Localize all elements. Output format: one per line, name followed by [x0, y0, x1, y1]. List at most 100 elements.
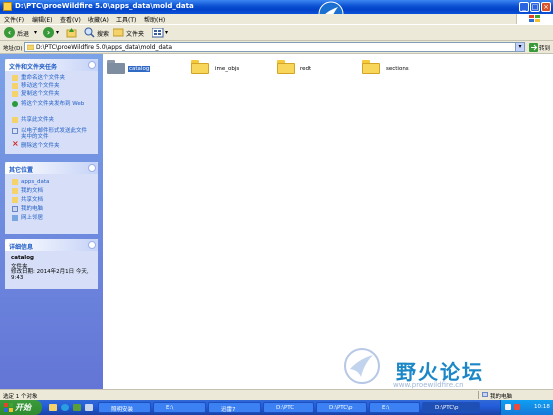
taskbar: 开始 照明安装 E:\ 迅雷7 D:\PTC D:\PTC\p E:\ D:\P…	[0, 400, 553, 415]
details-panel: 详细信息 catalog 文件夹 修改日期: 2014年2月1日 今天, 9:4…	[5, 239, 98, 289]
views-icon[interactable]	[152, 28, 164, 38]
menu-file[interactable]: 文件(F)	[4, 15, 24, 24]
maximize-button[interactable]: □	[530, 2, 540, 12]
address-value: D:\PTC\proeWildfire 5.0\apps_data\mold_d…	[36, 44, 172, 51]
folder-item-ime-objs[interactable]	[191, 60, 209, 74]
address-input[interactable]: D:\PTC\proeWildfire 5.0\apps_data\mold_d…	[24, 42, 525, 52]
other-places-header[interactable]: 其它位置	[5, 162, 98, 174]
file-tasks-title: 文件和文件夹任务	[9, 64, 58, 71]
views-dropdown-icon[interactable]: ▾	[165, 29, 168, 36]
computer-icon	[482, 392, 488, 397]
back-arrow-icon[interactable]: ‹	[4, 27, 15, 38]
folder-item-sections[interactable]	[362, 60, 380, 74]
folder-icon	[3, 2, 12, 11]
quicklaunch-ie-icon[interactable]	[61, 404, 69, 411]
tray-app-icon[interactable]	[514, 404, 520, 410]
rename-icon	[12, 75, 18, 81]
collapse-chevron-icon[interactable]	[88, 164, 96, 172]
delete-icon: ×	[12, 139, 19, 148]
windows-flag-icon	[529, 15, 540, 22]
search-icon[interactable]	[84, 27, 95, 38]
address-label: 地址(D)	[3, 46, 23, 52]
go-button-label[interactable]: 转到	[539, 44, 550, 52]
folder-icon	[27, 44, 34, 50]
tray-volume-icon[interactable]	[505, 404, 511, 410]
window-title: D:\PTC\proeWildfire 5.0\apps_data\mold_d…	[15, 2, 194, 10]
menu-bar: 文件(F) 编辑(E) 查看(V) 收藏(A) 工具(T) 帮助(H)	[0, 14, 553, 24]
task-button-2[interactable]: E:\	[153, 402, 206, 413]
copy-icon	[12, 91, 18, 97]
forward-arrow-icon[interactable]: ›	[43, 27, 54, 38]
go-arrow-icon[interactable]	[529, 43, 538, 52]
task-pane: 文件和文件夹任务 重命名这个文件夹 移动这个文件夹 复制这个文件夹 将这个文件夹…	[0, 54, 103, 389]
network-icon	[12, 215, 18, 221]
close-button[interactable]: ×	[541, 2, 551, 12]
details-name: catalog	[11, 255, 34, 261]
up-folder-icon[interactable]	[66, 27, 77, 38]
other-places-title: 其它位置	[9, 167, 34, 174]
task-button-1[interactable]: 照明安装	[98, 402, 151, 413]
collapse-chevron-icon[interactable]	[88, 61, 96, 69]
collapse-chevron-icon[interactable]	[88, 241, 96, 249]
folder-icon	[12, 179, 18, 185]
task-button-4[interactable]: D:\PTC	[263, 402, 314, 413]
back-dropdown-icon[interactable]: ▾	[34, 29, 37, 36]
file-tasks-header[interactable]: 文件和文件夹任务	[5, 59, 98, 71]
details-modified: 修改日期: 2014年2月1日 今天, 9:43	[11, 269, 89, 281]
file-tasks-panel: 文件和文件夹任务 重命名这个文件夹 移动这个文件夹 复制这个文件夹 将这个文件夹…	[5, 59, 98, 154]
folder-label-redt[interactable]: redt	[300, 66, 311, 72]
documents-icon	[12, 188, 18, 194]
watermark-logo-icon	[344, 348, 380, 384]
move-icon	[12, 83, 18, 89]
details-header[interactable]: 详细信息	[5, 239, 98, 251]
tray-clock[interactable]: 10:18	[534, 404, 550, 410]
status-bar: 选定 1 个对象 我的电脑	[0, 389, 553, 400]
folder-icon	[107, 63, 125, 74]
title-bar: D:\PTC\proeWildfire 5.0\apps_data\mold_d…	[0, 0, 553, 27]
folder-view[interactable]: catalog ime_objs redt sections 野火论坛 www.…	[103, 54, 553, 389]
minimize-button[interactable]: _	[519, 2, 529, 12]
windows-logo	[516, 14, 553, 24]
quicklaunch-desktop-icon[interactable]	[85, 404, 93, 411]
address-bar: 地址(D) D:\PTC\proeWildfire 5.0\apps_data\…	[0, 41, 553, 54]
folder-label-sections[interactable]: sections	[386, 66, 409, 72]
menu-view[interactable]: 查看(V)	[60, 15, 81, 24]
folder-item-catalog[interactable]	[107, 60, 125, 74]
task-button-7-active[interactable]: D:\PTC\p	[422, 402, 480, 413]
shared-folder-icon	[12, 197, 18, 203]
status-selection: 选定 1 个对象	[3, 394, 38, 400]
folders-button-label[interactable]: 文件夹	[126, 29, 144, 38]
computer-icon	[12, 206, 18, 212]
menu-edit[interactable]: 编辑(E)	[32, 15, 52, 24]
menu-help[interactable]: 帮助(H)	[144, 15, 165, 24]
system-tray: 10:18	[500, 400, 553, 415]
folder-icon	[277, 63, 295, 74]
details-title: 详细信息	[9, 244, 34, 251]
search-button-label[interactable]: 搜索	[97, 29, 109, 38]
windows-flag-icon	[4, 403, 13, 412]
task-button-5[interactable]: D:\PTC\p	[316, 402, 367, 413]
share-icon	[12, 117, 18, 123]
globe-icon	[12, 101, 18, 107]
quicklaunch-app-icon[interactable]	[73, 404, 81, 411]
folder-label-ime-objs[interactable]: ime_objs	[215, 66, 239, 72]
address-dropdown-button[interactable]: ▾	[515, 42, 525, 52]
start-button[interactable]: 开始	[0, 400, 42, 415]
folder-icon	[191, 63, 209, 74]
folder-icon	[362, 63, 380, 74]
watermark-url: www.proewildfire.cn	[393, 381, 464, 389]
quicklaunch-folder-icon[interactable]	[49, 404, 57, 411]
start-label: 开始	[15, 403, 31, 412]
status-location: 我的电脑	[490, 394, 513, 400]
folders-icon[interactable]	[113, 28, 124, 37]
folder-item-redt[interactable]	[277, 60, 295, 74]
toolbar: ‹ 后退 ▾ › ▾ 搜索 文件夹 ▾	[0, 24, 553, 41]
task-button-3[interactable]: 迅雷7	[208, 402, 261, 413]
back-button-label[interactable]: 后退	[17, 29, 29, 38]
other-places-panel: 其它位置 apps_data 我的文档 共享文档 我的电脑 网上邻居	[5, 162, 98, 234]
forward-dropdown-icon[interactable]: ▾	[56, 29, 59, 36]
task-button-6[interactable]: E:\	[369, 402, 420, 413]
menu-tools[interactable]: 工具(T)	[116, 15, 136, 24]
menu-favorites[interactable]: 收藏(A)	[88, 15, 109, 24]
folder-label-catalog[interactable]: catalog	[128, 66, 151, 72]
